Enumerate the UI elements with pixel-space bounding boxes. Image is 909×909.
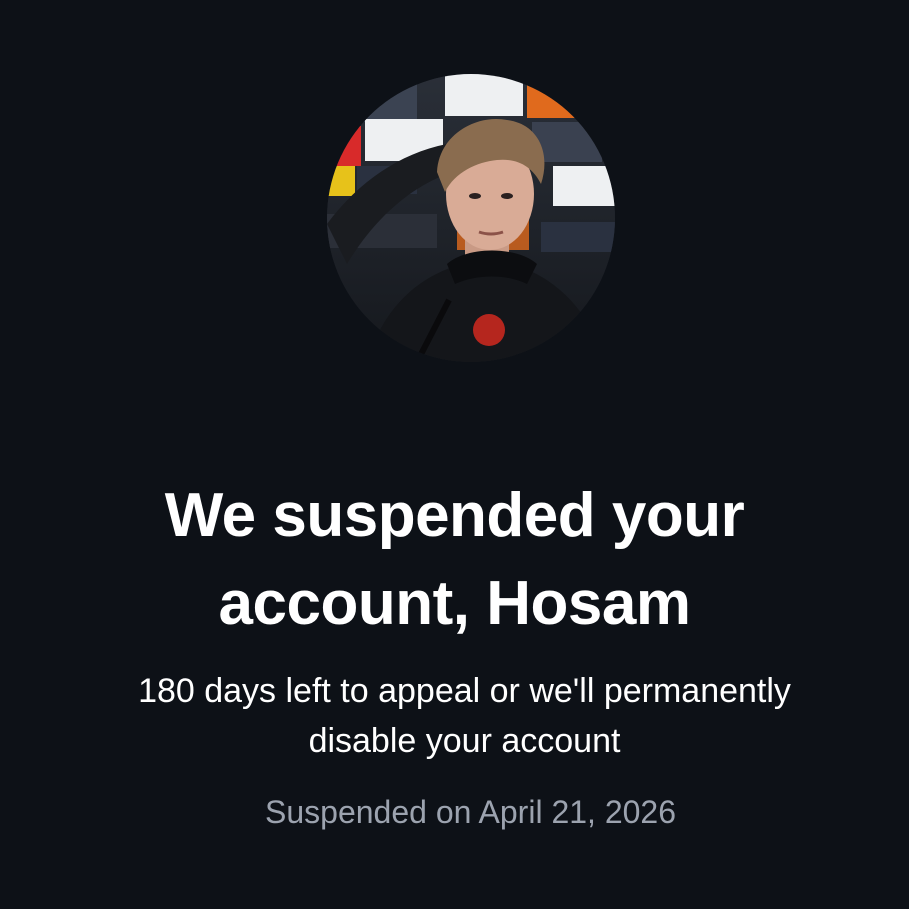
profile-avatar [327,74,615,362]
appeal-message-line-1: 180 days left to appeal or we'll permane… [138,672,791,710]
suspension-date: Suspended on April 21, 2026 [265,794,676,830]
suspension-screen: We suspended your account, Hosam 180 day… [0,0,909,909]
page-title: We suspended your account, Hosam [0,472,909,648]
appeal-message: 180 days left to appeal or we'll permane… [20,666,909,766]
title-line-2: account, Hosam [218,569,691,638]
profile-photo-icon [327,74,615,362]
appeal-message-line-2: disable your account [308,722,621,760]
title-line-1: We suspended your [164,481,745,550]
